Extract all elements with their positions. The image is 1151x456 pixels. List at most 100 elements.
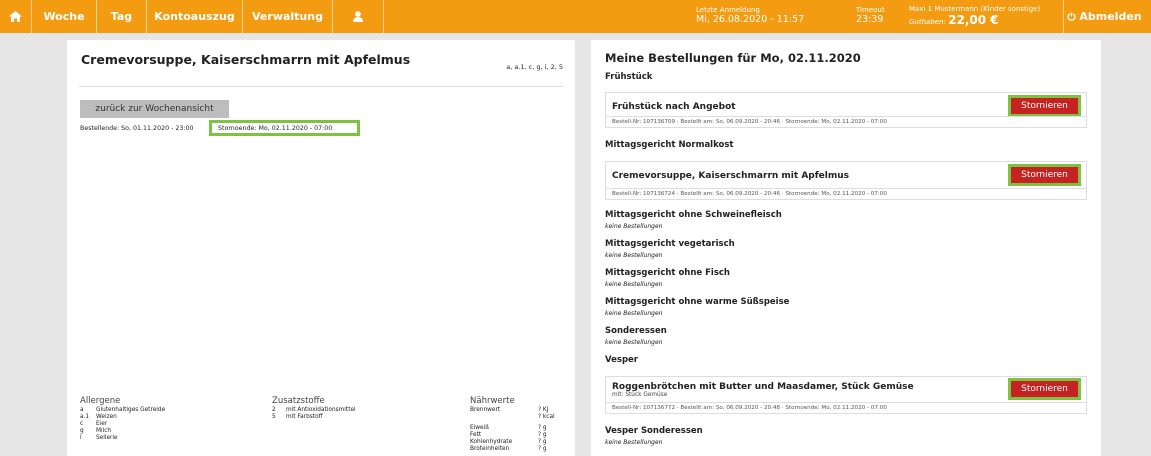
allergen-code: i — [80, 435, 82, 441]
user-profile-button[interactable] — [333, 0, 384, 33]
order-name: Roggenbrötchen mit Butter und Maasdamer,… — [612, 382, 914, 392]
allergen-name: Milch — [96, 428, 112, 434]
nav-kontoauszug[interactable]: Kontoauszug — [147, 0, 243, 33]
allergen-row: g Milch — [80, 428, 165, 435]
section-vesper-sonder: Vesper Sonderessen — [605, 426, 703, 436]
nutrition-row: Brennwert ? KJ — [470, 407, 555, 414]
last-login-info: Letzte Anmeldung Mi, 26.08.2020 - 11:57 — [694, 0, 856, 33]
allergen-codes: a, a.1, c, g, i, 2, 5 — [506, 63, 563, 71]
allergen-name: Weizen — [96, 414, 117, 420]
order-card-mittag: Cremevorsuppe, Kaiserschmarrn mit Apfelm… — [605, 161, 1087, 200]
allergen-code: a — [80, 407, 84, 413]
allergen-name: Eier — [96, 421, 108, 427]
order-deadline: Bestellende: So, 01.11.2020 - 23:00 — [80, 125, 194, 132]
timeout-info: Timeout 23:39 — [856, 0, 909, 33]
additive-code: 5 — [272, 414, 276, 420]
section-mittag-ohne-suess: Mittagsgericht ohne warme Süßspeise — [605, 297, 790, 307]
nutrition-row: Eiweiß ? g — [470, 425, 555, 432]
nutrient-name: Fett — [470, 432, 482, 438]
cancel-label[interactable]: Stornieren — [1011, 98, 1078, 114]
order-card-vesper: Roggenbrötchen mit Butter und Maasdamer,… — [605, 376, 1087, 414]
section-fruehstueck: Frühstück — [605, 72, 653, 82]
cancel-label[interactable]: Stornieren — [1011, 167, 1078, 183]
power-icon — [1067, 12, 1076, 21]
back-to-week-button[interactable]: zurück zur Wochenansicht — [80, 100, 229, 118]
nutrition-footer: Allergene a Glutenhaltiges Getreide a.1 We… — [80, 396, 560, 456]
order-meta: Bestell-Nr: 107136772 · Bestellt am: So,… — [606, 402, 1086, 413]
no-orders-text: keine Bestellungen — [605, 252, 663, 259]
nutrient-name — [470, 414, 538, 421]
order-name: Cremevorsuppe, Kaiserschmarrn mit Apfelm… — [612, 171, 849, 181]
nutrient-value: ? kcal — [538, 414, 555, 420]
nav-woche[interactable]: Woche — [32, 0, 97, 33]
cancel-deadline: Stornoende: Mo, 02.11.2020 - 07:00 — [209, 120, 360, 136]
home-icon — [9, 11, 22, 22]
top-navigation-bar: Woche Tag Kontoauszug Verwaltung Letzte … — [0, 0, 1151, 33]
section-vesper: Vesper — [605, 355, 638, 365]
order-name: Frühstück nach Angebot — [612, 102, 736, 112]
timeout-value: 23:39 — [856, 14, 884, 26]
nav-tag[interactable]: Tag — [97, 0, 147, 33]
orders-title: Meine Bestellungen für Mo, 02.11.2020 — [605, 51, 861, 65]
nutrition-row: Kohlenhydrate ? g — [470, 439, 555, 446]
nutrient-value: ? g — [538, 439, 547, 445]
nutrient-value: ? g — [538, 432, 547, 438]
nutrient-value: ? g — [538, 446, 547, 452]
section-mittag-ohne-schwein: Mittagsgericht ohne Schweinefleisch — [605, 210, 782, 220]
balance-value: 22,00 € — [948, 12, 999, 27]
dish-title: Cremevorsuppe, Kaiserschmarrn mit Apfelm… — [81, 52, 411, 67]
allergen-row: a Glutenhaltiges Getreide — [80, 407, 165, 414]
nutrition-row: Fett ? g — [470, 432, 555, 439]
nutrient-name: Eiweiß — [470, 425, 489, 431]
nutrition-row: Broteinheiten ? g — [470, 446, 555, 453]
cancel-order-button[interactable]: Stornieren — [1008, 164, 1081, 186]
nav-verwaltung[interactable]: Verwaltung — [243, 0, 333, 33]
nutrient-name: Kohlenhydrate — [470, 439, 513, 445]
order-meta: Bestell-Nr: 107136709 · Bestellt am: So,… — [606, 116, 1086, 127]
allergen-code: g — [80, 428, 84, 434]
section-mittag-ohne-fisch: Mittagsgericht ohne Fisch — [605, 268, 730, 278]
balance: Guthaben: 22,00 € — [909, 12, 1063, 27]
divider — [79, 86, 563, 87]
nutrient-value: ? g — [538, 425, 547, 431]
order-card-fruehstueck: Frühstück nach Angebot Stornieren Bestel… — [605, 92, 1087, 128]
additive-name: mit Antioxidationsmittel — [286, 407, 356, 413]
order-sub: mit: Stück Gemüse — [612, 392, 668, 398]
allergen-name: Glutenhaltiges Getreide — [96, 407, 166, 413]
section-sonderessen: Sonderessen — [605, 326, 667, 336]
allergen-row: a.1 Weizen — [80, 414, 165, 421]
nutrient-name: Brennwert — [470, 407, 501, 413]
cancel-order-button[interactable]: Stornieren — [1008, 95, 1081, 117]
allergens-column: Allergene a Glutenhaltiges Getreide a.1 We… — [80, 396, 165, 442]
home-button[interactable] — [0, 0, 32, 33]
user-icon — [353, 11, 363, 22]
no-orders-text: keine Bestellungen — [605, 281, 663, 288]
allergens-title: Allergene — [80, 396, 121, 406]
no-orders-text: keine Bestellungen — [605, 439, 663, 446]
no-orders-text: keine Bestellungen — [605, 310, 663, 317]
cancel-label[interactable]: Stornieren — [1011, 381, 1078, 397]
nutrition-column: Nährwerte Brennwert ? KJ ? kcal Eiweiß ? g… — [470, 396, 555, 453]
additive-row: 5 mit Farbstoff — [272, 414, 356, 421]
allergen-name: Sellerie — [96, 435, 118, 441]
additive-code: 2 — [272, 407, 276, 413]
last-login-value: Mi, 26.08.2020 - 11:57 — [696, 14, 805, 26]
no-orders-text: keine Bestellungen — [605, 223, 663, 230]
order-meta: Bestell-Nr: 107136724 · Bestellt am: So,… — [606, 188, 1086, 199]
additives-column: Zusatzstoffe 2 mit Antioxidationsmittel 5… — [272, 396, 356, 421]
my-orders-panel: Meine Bestellungen für Mo, 02.11.2020 Fr… — [591, 40, 1101, 456]
section-mittag-normal: Mittagsgericht Normalkost — [605, 140, 734, 150]
nutrient-name: Broteinheiten — [470, 446, 510, 452]
balance-label: Guthaben: — [909, 17, 946, 26]
logout-label: Abmelden — [1079, 10, 1142, 23]
additives-title: Zusatzstoffe — [272, 396, 325, 406]
logout-button[interactable]: Abmelden — [1063, 0, 1151, 33]
no-orders-text: keine Bestellungen — [605, 339, 663, 346]
allergen-code: a.1 — [80, 414, 90, 420]
dish-detail-panel: Cremevorsuppe, Kaiserschmarrn mit Apfelm… — [67, 40, 575, 456]
additive-name: mit Farbstoff — [286, 414, 323, 420]
cancel-order-button[interactable]: Stornieren — [1008, 378, 1081, 400]
allergen-row: i Sellerie — [80, 435, 165, 442]
section-mittag-veg: Mittagsgericht vegetarisch — [605, 239, 735, 249]
